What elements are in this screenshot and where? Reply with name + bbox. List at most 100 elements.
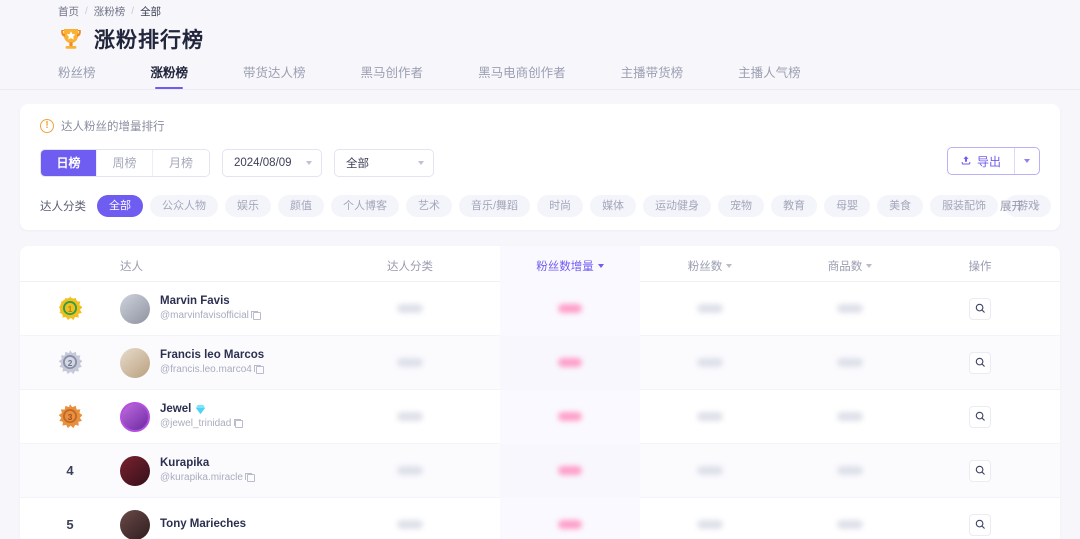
ranking-table: 达人 达人分类 粉丝数增量 粉丝数 商品数 操作 1 Marvin Favis … [20,246,1060,539]
table-header-goods[interactable]: 商品数 [780,258,920,274]
user-handle[interactable]: @kurapika.miracle [160,471,255,485]
category-chip-personal-blog[interactable]: 个人博客 [331,195,399,217]
user-cell[interactable]: Kurapika @kurapika.miracle [120,455,320,486]
sort-descending-icon [597,263,604,268]
rank-cell: 2 [20,349,120,376]
period-week-button[interactable]: 周榜 [97,150,153,176]
avatar[interactable] [120,455,150,486]
action-cell [920,405,1040,428]
svg-text:1: 1 [68,303,73,313]
avatar[interactable] [120,347,150,378]
category-chip-maternal-baby[interactable]: 母婴 [824,195,871,217]
export-button[interactable]: 导出 [948,148,1014,174]
upload-icon [960,154,972,169]
chevron-down-icon [418,161,424,165]
tab-darkhorse-ecom-creator[interactable]: 黑马电商创作者 [478,62,566,89]
view-detail-button[interactable] [969,459,991,482]
user-handle[interactable]: @marvinfavisofficial [160,309,261,323]
category-chip-sports-fitness[interactable]: 运动健身 [643,195,712,217]
tab-anchor-seller-rank[interactable]: 主播带货榜 [621,62,684,89]
avatar[interactable] [120,509,150,539]
expand-categories-button[interactable]: 展开 [1000,198,1040,214]
table-row[interactable]: 2 Francis leo Marcos @francis.leo.marco4 [20,335,1060,390]
period-segmented-control: 日榜 周榜 月榜 [40,149,210,177]
goods-cell [780,408,920,426]
action-cell [920,513,1040,536]
tab-bar: 粉丝榜 涨粉榜 带货达人榜 黑马创作者 黑马电商创作者 主播带货榜 主播人气榜 [0,58,1080,90]
increase-cell [500,389,640,444]
fans-cell [640,300,780,318]
category-chip-music-dance[interactable]: 音乐/舞蹈 [459,195,531,217]
category-chip-media[interactable]: 媒体 [590,195,637,217]
export-dropdown-button[interactable] [1015,148,1039,174]
view-detail-button[interactable] [969,351,991,374]
date-select[interactable]: 2024/08/09 [222,149,322,177]
bronze-medal-icon: 3 [58,403,82,428]
table-row[interactable]: 4 Kurapika @kurapika.miracle [20,443,1060,498]
search-icon [975,357,985,367]
chevron-down-icon [306,161,312,165]
tab-anchor-popularity-rank[interactable]: 主播人气榜 [738,62,801,89]
category-chip-food[interactable]: 美食 [877,195,924,217]
search-icon [975,519,985,529]
user-handle[interactable]: @jewel_trinidad [160,417,244,431]
table-header-increase[interactable]: 粉丝数增量 [500,246,640,286]
avatar[interactable] [120,293,150,324]
rank-cell: 5 [20,516,120,534]
category-chip-art[interactable]: 艺术 [406,195,452,217]
action-cell [920,351,1040,374]
table-header-action: 操作 [968,260,992,273]
tab-fans-rank[interactable]: 粉丝榜 [58,62,96,89]
breadcrumb-item-all: 全部 [140,6,162,18]
copy-icon[interactable] [251,310,261,320]
view-detail-button[interactable] [969,297,991,320]
user-cell[interactable]: Francis leo Marcos @francis.leo.marco4 [120,347,320,378]
category-cell [320,354,500,372]
table-header-increase-label: 粉丝数增量 [536,260,594,273]
view-detail-button[interactable] [969,513,991,536]
view-detail-button[interactable] [969,405,991,428]
copy-icon[interactable] [254,364,264,374]
user-handle[interactable]: @francis.leo.marco4 [160,363,264,377]
breadcrumb-item-home[interactable]: 首页 [58,4,79,19]
table-header-category: 达人分类 [387,260,433,273]
category-chip-beauty[interactable]: 颜值 [278,195,324,217]
breadcrumb-item-ranking[interactable]: 涨粉榜 [94,4,126,19]
user-cell[interactable]: Marvin Favis @marvinfavisofficial [120,293,320,324]
user-cell[interactable]: Tony Marieches [120,509,320,539]
rank-cell: 3 [20,403,120,430]
tab-growth-rank[interactable]: 涨粉榜 [151,62,189,89]
category-chip-pets[interactable]: 宠物 [718,195,765,217]
table-header-user: 达人 [120,260,143,273]
filter-note: ! 达人粉丝的增量排行 [40,118,1040,134]
category-chip-all[interactable]: 全部 [97,195,143,217]
category-chip-education[interactable]: 教育 [771,195,818,217]
tab-darkhorse-creator[interactable]: 黑马创作者 [361,62,424,89]
user-name: Marvin Favis [160,295,230,307]
table-row[interactable]: 3 Jewel @jewel_trinidad [20,389,1060,444]
svg-text:2: 2 [68,357,73,367]
breadcrumb-separator: / [85,6,88,17]
table-row[interactable]: 1 Marvin Favis @marvinfavisofficial [20,281,1060,336]
tab-seller-rank[interactable]: 带货达人榜 [243,62,306,89]
avatar[interactable] [120,401,150,432]
user-name-text: Jewel [160,403,192,415]
breadcrumb-separator: / [131,6,135,17]
copy-icon[interactable] [245,472,255,482]
user-cell[interactable]: Jewel @jewel_trinidad [120,401,320,432]
increase-cell [500,497,640,539]
category-chip-fashion[interactable]: 时尚 [537,195,584,217]
category-chip-public-figure[interactable]: 公众人物 [150,195,218,217]
table-header-fans[interactable]: 粉丝数 [640,258,780,274]
rank-cell: 4 [20,462,120,480]
category-chip-apparel-accessories[interactable]: 服装配饰 [930,195,999,217]
period-day-button[interactable]: 日榜 [41,150,97,176]
scope-select[interactable]: 全部 [334,149,434,177]
rank-number: 5 [66,516,74,532]
category-chip-entertainment[interactable]: 娱乐 [225,195,271,217]
category-filter-row: 达人分类 全部 公众人物 娱乐 颜值 个人博客 艺术 音乐/舞蹈 时尚 媒体 运… [40,194,1052,218]
fans-cell [640,354,780,372]
table-row[interactable]: 5 Tony Marieches [20,497,1060,539]
copy-icon[interactable] [233,418,244,428]
period-month-button[interactable]: 月榜 [153,150,209,176]
